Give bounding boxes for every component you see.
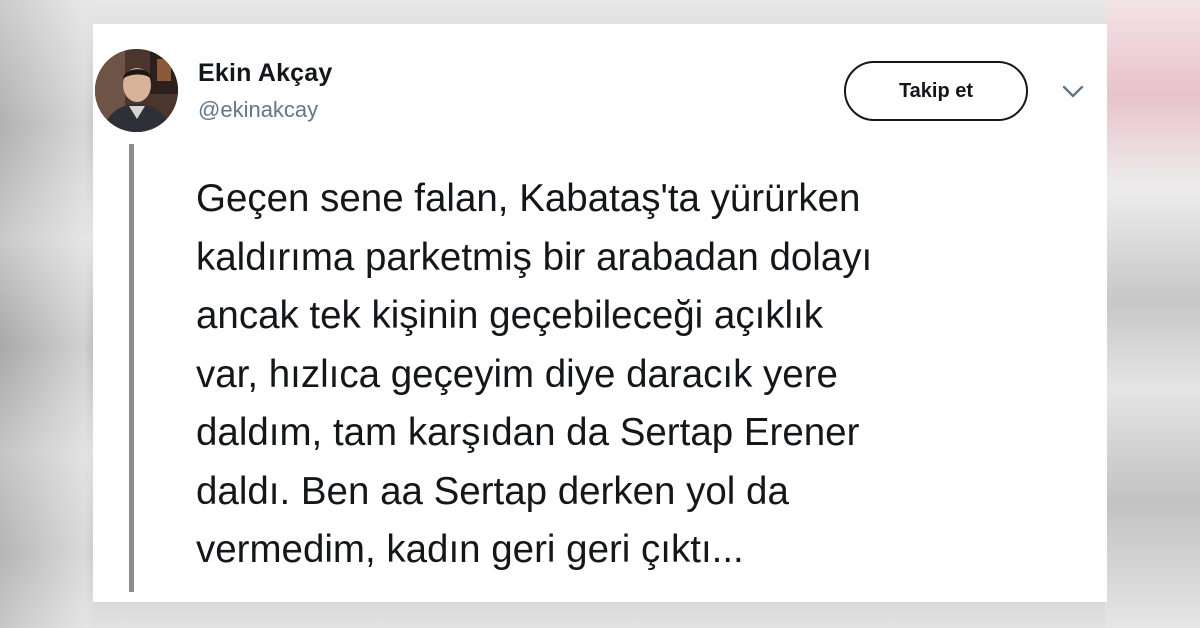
tweet-text-line: Geçen sene falan, Kabataş'ta yürürken <box>196 177 861 220</box>
thread-line <box>129 144 134 592</box>
blurred-background-right <box>1105 0 1200 628</box>
follow-button[interactable]: Takip et <box>844 61 1028 121</box>
chevron-down-icon[interactable] <box>1061 84 1085 100</box>
tweet-text-line: daldım, tam karşıdan da Sertap Erener <box>196 411 860 454</box>
author-handle[interactable]: @ekinakcay <box>198 97 318 123</box>
tweet-text-line: vermedim, kadın geri geri çıktı... <box>196 528 744 571</box>
avatar-photo <box>95 49 178 132</box>
tweet-card: Ekin Akçay @ekinakcay Takip et Geçen sen… <box>93 24 1107 602</box>
avatar[interactable] <box>95 49 178 132</box>
tweet-text-line: ancak tek kişinin geçebileceği açıklık <box>196 294 824 337</box>
tweet-text-line: kaldırıma parketmiş bir arabadan dolayı <box>196 235 873 279</box>
author-name[interactable]: Ekin Akçay <box>198 59 332 88</box>
tweet-text: Geçen sene falan, Kabataş'ta yürürken ka… <box>196 170 1076 580</box>
tweet-text-line: var, hızlıca geçeyim diye daracık yere <box>196 352 838 396</box>
tweet-text-line: daldı. Ben aa Sertap derken yol da <box>196 469 789 513</box>
